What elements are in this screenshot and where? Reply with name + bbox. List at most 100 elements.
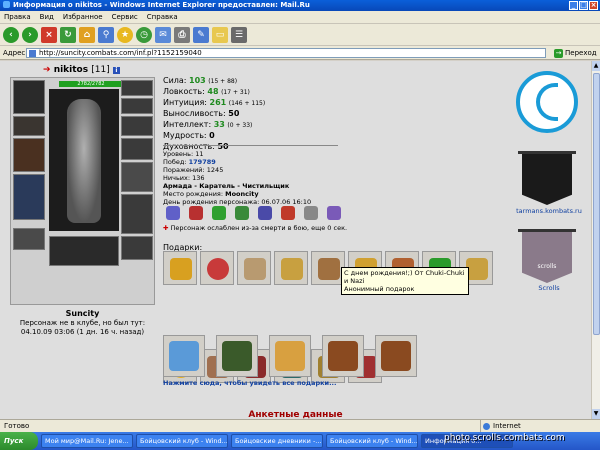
info-badge-icon[interactable]: i <box>112 67 120 74</box>
menu-tools[interactable]: Сервис <box>112 11 138 23</box>
info-draws: Ничьих: 136 <box>163 174 205 182</box>
all-gifts-link[interactable]: Нажмите сюда, чтобы увидеть все подарки.… <box>163 379 336 387</box>
vertical-scrollbar[interactable]: ▲ ▼ <box>591 61 600 419</box>
medal-icon[interactable] <box>166 206 180 220</box>
medal-icon[interactable] <box>258 206 272 220</box>
clan-banner-tarmans[interactable] <box>518 151 576 205</box>
armor-slot[interactable] <box>13 174 45 220</box>
forward-icon[interactable]: › <box>22 26 38 43</box>
gift-item[interactable] <box>274 251 308 285</box>
medal-icon[interactable] <box>327 206 341 220</box>
helmet-slot[interactable] <box>13 80 45 114</box>
gift-item[interactable] <box>375 335 417 377</box>
head-profile-icon <box>536 83 558 121</box>
stat-strength: Сила: 103 (15 + 88) <box>163 76 238 85</box>
banner-text: scrolls <box>537 263 557 270</box>
history-icon[interactable]: ◷ <box>136 26 152 43</box>
medal-icon[interactable] <box>212 206 226 220</box>
address-bar: Адрес: http://suncity.combats.com/inf.pl… <box>0 46 600 60</box>
medal-icon[interactable] <box>235 206 249 220</box>
character-doll: 2782/2782 <box>10 77 155 305</box>
medal-icon[interactable] <box>189 206 203 220</box>
taskbar-item[interactable]: Бойцовский клуб - Wind... <box>326 434 418 448</box>
gloves-slot[interactable] <box>121 138 153 160</box>
close-button[interactable]: × <box>589 1 598 10</box>
folder-icon[interactable]: ▭ <box>212 26 228 43</box>
tooltip-line-2: Анонимный подарок <box>344 285 415 293</box>
status-line-1: Персонаж не в клубе, но был тут: <box>19 319 146 327</box>
stats-divider <box>163 145 338 146</box>
leggings-slot[interactable] <box>121 194 153 234</box>
edit-icon[interactable]: ✎ <box>193 26 209 43</box>
stat-wisdom: Мудрость: 0 <box>163 131 215 140</box>
clan-link-tarmans[interactable]: tarmans.kombats.ru <box>509 207 589 215</box>
banner-rod <box>518 229 576 232</box>
gift-item[interactable] <box>311 251 345 285</box>
character-status: Персонаж не в клубе, но был тут: 04.10.0… <box>10 319 155 337</box>
scroll-down-icon[interactable]: ▼ <box>592 409 600 419</box>
go-button[interactable]: → Переход <box>554 48 597 58</box>
gift-item[interactable] <box>163 335 205 377</box>
page-content: ➔ nikitos [11] i 2782/2782 Suncity Персо… <box>0 61 591 419</box>
gift-item[interactable] <box>200 251 234 285</box>
private-message-icon[interactable]: ➔ <box>43 65 51 75</box>
taskbar-item[interactable]: Бойцовский клуб - Wind... <box>136 434 228 448</box>
gift-item[interactable] <box>216 335 258 377</box>
info-level: Уровень: 11 <box>163 150 204 158</box>
clan-banner-scrolls[interactable]: scrolls <box>518 229 576 283</box>
window-controls: _ □ × <box>569 1 598 10</box>
ie-icon <box>3 1 10 8</box>
gift-item[interactable] <box>269 335 311 377</box>
favorites-icon[interactable]: ★ <box>117 26 133 43</box>
amulet-slot[interactable] <box>121 98 153 114</box>
menu-help[interactable]: Справка <box>147 11 178 23</box>
menu-favorites[interactable]: Избранное <box>63 11 103 23</box>
gift-tooltip: С днем рождения!;) От Chuki-Chuki и Nazi… <box>341 267 469 295</box>
menu-view[interactable]: Вид <box>40 11 54 23</box>
stop-icon[interactable]: × <box>41 26 57 43</box>
scrolls-emblem-icon <box>522 232 572 283</box>
shield-slot[interactable] <box>121 162 153 192</box>
orden-emblem[interactable] <box>516 71 578 133</box>
character-city: Suncity <box>65 309 100 318</box>
pocket-items-slot[interactable] <box>49 236 119 266</box>
menu-edit[interactable]: Правка <box>4 11 31 23</box>
gift-item[interactable] <box>163 251 197 285</box>
taskbar-item[interactable]: Бойцовские дневники -... <box>231 434 323 448</box>
character-name: nikitos <box>53 65 89 75</box>
messenger-icon[interactable]: ☰ <box>231 26 247 43</box>
scroll-thumb[interactable] <box>593 73 600 335</box>
banner-rod <box>518 151 576 154</box>
medal-icon[interactable] <box>281 206 295 220</box>
start-button[interactable]: Пуск <box>0 432 38 450</box>
belt-slot[interactable] <box>13 228 45 250</box>
boots-slot[interactable] <box>121 236 153 260</box>
gift-item[interactable] <box>322 335 364 377</box>
scroll-up-icon[interactable]: ▲ <box>592 61 600 71</box>
print-icon[interactable]: ⎙ <box>174 26 190 43</box>
home-icon[interactable]: ⌂ <box>79 26 95 43</box>
mail-icon[interactable]: ✉ <box>155 26 171 43</box>
maximize-button[interactable]: □ <box>579 1 588 10</box>
clan-link-scrolls[interactable]: Scrolls <box>509 284 589 292</box>
bracers-slot[interactable] <box>13 116 45 136</box>
taskbar-item[interactable]: Мой мир@Mail.Ru: Jene... <box>41 434 133 448</box>
back-icon[interactable]: ‹ <box>3 26 19 43</box>
rings-slot[interactable] <box>121 116 153 136</box>
tooltip-line-1: С днем рождения!;) От Chuki-Chuki и Nazi <box>344 269 465 285</box>
search-icon[interactable]: ⚲ <box>98 26 114 43</box>
personal-data-heading: Анкетные данные <box>248 410 343 419</box>
stat-endurance: Выносливость: 50 <box>163 109 240 118</box>
address-url: http://suncity.combats.com/inf.pl?115215… <box>39 49 202 57</box>
address-input[interactable]: http://suncity.combats.com/inf.pl?115215… <box>26 48 546 58</box>
watermark: photo.scrolls.combats.com <box>444 433 565 443</box>
gift-item[interactable] <box>237 251 271 285</box>
go-arrow-icon: → <box>554 49 563 58</box>
minimize-button[interactable]: _ <box>569 1 578 10</box>
address-label: Адрес: <box>3 49 28 57</box>
refresh-icon[interactable]: ↻ <box>60 26 76 43</box>
medal-icon[interactable] <box>304 206 318 220</box>
weapon-slot[interactable] <box>13 138 45 172</box>
earrings-slot[interactable] <box>121 80 153 96</box>
weakened-notice: ✚ Персонаж ослаблен из-за смерти в бою, … <box>163 224 347 232</box>
